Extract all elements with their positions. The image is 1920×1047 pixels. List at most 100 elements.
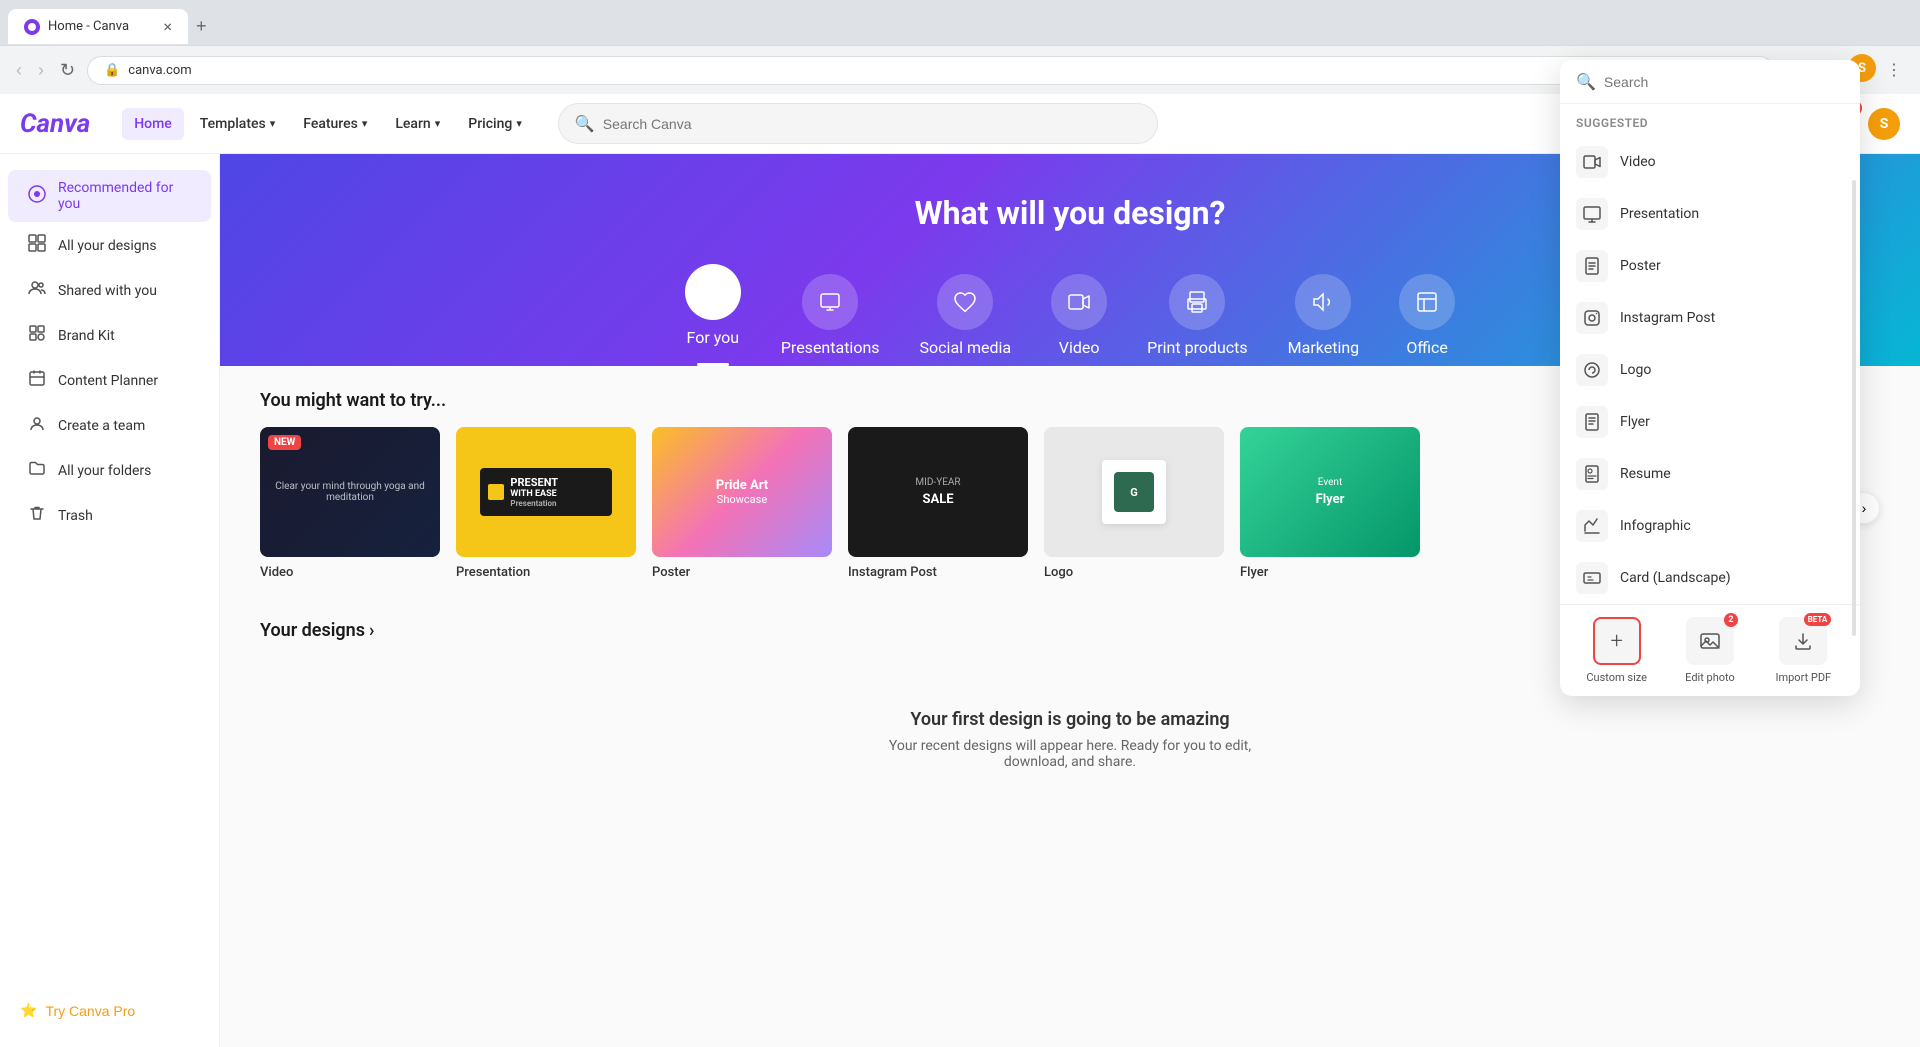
dropdown-presentation-icon (1576, 198, 1608, 230)
sidebar-item-brand[interactable]: Brand Kit (8, 314, 211, 357)
import-pdf-label: Import PDF (1775, 671, 1831, 684)
nav-link-home[interactable]: Home (122, 108, 184, 140)
browser-tab-close[interactable]: × (163, 17, 172, 36)
dropdown-resume-icon (1576, 458, 1608, 490)
dropdown-item-resume[interactable]: Resume (1560, 448, 1860, 500)
sidebar-item-shared[interactable]: Shared with you (8, 269, 211, 312)
custom-size-label: Custom size (1586, 671, 1647, 684)
designs-empty-desc: Your recent designs will appear here. Re… (870, 738, 1270, 770)
hero-icon-presentations[interactable]: Presentations (781, 274, 880, 357)
dropdown-search-input[interactable] (1604, 74, 1844, 90)
card-instagram-post[interactable]: MID-YEAR SALE Instagram Post (848, 427, 1028, 580)
dropdown-item-instagram-post[interactable]: Instagram Post (1560, 292, 1860, 344)
user-avatar[interactable]: S (1868, 108, 1900, 140)
create-team-icon (28, 414, 46, 437)
dropdown-flyer-label: Flyer (1620, 414, 1650, 430)
sidebar-label-trash: Trash (58, 508, 93, 524)
dropdown-poster-label: Poster (1620, 258, 1661, 274)
browser-forward-button[interactable]: › (34, 56, 48, 85)
content-planner-icon (28, 369, 46, 392)
browser-url: canva.com (128, 63, 191, 78)
all-folders-icon (28, 459, 46, 482)
nav-link-learn[interactable]: Learn ▾ (383, 108, 452, 140)
card-poster[interactable]: Pride Art Showcase Poster (652, 427, 832, 580)
nav-link-pricing[interactable]: Pricing ▾ (456, 108, 534, 140)
hero-icon-office[interactable]: Office (1399, 274, 1455, 357)
card-poster-img: Pride Art Showcase (652, 427, 832, 557)
office-circle (1399, 274, 1455, 330)
browser-tab[interactable]: Home - Canva × (8, 9, 188, 44)
sidebar-label-all-folders: All your folders (58, 463, 151, 479)
sidebar-item-all-folders[interactable]: All your folders (8, 449, 211, 492)
hero-icon-print-products[interactable]: Print products (1147, 274, 1248, 357)
card-video[interactable]: Clear your mind through yoga and meditat… (260, 427, 440, 580)
hero-icon-video[interactable]: Video (1051, 274, 1107, 357)
custom-size-icon: + (1593, 617, 1641, 665)
video-label: Video (1059, 338, 1100, 357)
dropdown-edit-photo[interactable]: 2 Edit photo (1669, 617, 1750, 684)
learn-chevron: ▾ (435, 117, 441, 130)
browser-address-bar[interactable]: 🔒 canva.com (87, 56, 1774, 85)
brand-icon (28, 324, 46, 347)
print-products-label: Print products (1147, 338, 1248, 357)
your-designs-link[interactable]: Your designs › (260, 620, 374, 641)
dropdown-resume-label: Resume (1620, 466, 1671, 482)
sidebar-item-trash[interactable]: Trash (8, 494, 211, 537)
search-input[interactable] (603, 116, 1141, 132)
hero-icon-social-media[interactable]: Social media (920, 274, 1012, 357)
dropdown-import-pdf[interactable]: BETA Import PDF (1763, 617, 1844, 684)
dropdown-item-logo[interactable]: Logo (1560, 344, 1860, 396)
card-logo-label: Logo (1044, 565, 1224, 580)
card-flyer[interactable]: Event Flyer Flyer (1240, 427, 1420, 580)
canva-logo[interactable]: Canva (20, 109, 90, 139)
dropdown-item-flyer[interactable]: Flyer (1560, 396, 1860, 448)
dropdown-scrollbar[interactable] (1852, 180, 1856, 636)
dropdown-card-landscape-icon (1576, 562, 1608, 594)
sidebar-label-all-designs: All your designs (58, 238, 157, 254)
hero-icon-for-you[interactable]: For you (685, 264, 741, 366)
dropdown-flyer-icon (1576, 406, 1608, 438)
browser-menu-button[interactable]: ⋮ (1880, 54, 1908, 86)
card-flyer-label: Flyer (1240, 565, 1420, 580)
dropdown-logo-icon (1576, 354, 1608, 386)
dropdown-item-video[interactable]: Video (1560, 136, 1860, 188)
card-presentation-label: Presentation (456, 565, 636, 580)
dropdown-item-presentation[interactable]: Presentation (1560, 188, 1860, 240)
hero-icon-marketing[interactable]: Marketing (1288, 274, 1359, 357)
sidebar-item-create-team[interactable]: Create a team (8, 404, 211, 447)
sidebar-item-recommended[interactable]: Recommended for you (8, 170, 211, 222)
dropdown-item-poster[interactable]: Poster (1560, 240, 1860, 292)
dropdown-item-infographic[interactable]: Infographic (1560, 500, 1860, 552)
card-presentation[interactable]: PRESENT WITH EASE Presentation Presentat… (456, 427, 636, 580)
dropdown-custom-size[interactable]: + Custom size (1576, 617, 1657, 684)
new-badge-video: NEW (268, 435, 301, 450)
designs-empty-title: Your first design is going to be amazing (280, 709, 1860, 730)
your-designs-arrow: › (369, 620, 374, 641)
card-logo[interactable]: G Logo (1044, 427, 1224, 580)
sidebar-label-recommended: Recommended for you (58, 180, 191, 212)
try-pro-button[interactable]: ⭐ Try Canva Pro (0, 990, 219, 1031)
sidebar-label-shared: Shared with you (58, 283, 157, 299)
nav-link-features[interactable]: Features ▾ (291, 108, 379, 140)
marketing-circle (1295, 274, 1351, 330)
trash-icon (28, 504, 46, 527)
nav-links: Home Templates ▾ Features ▾ Learn ▾ Pric… (122, 108, 534, 140)
social-media-circle (937, 274, 993, 330)
sidebar-item-content-planner[interactable]: Content Planner (8, 359, 211, 402)
try-pro-star-icon: ⭐ (20, 1002, 37, 1019)
marketing-label: Marketing (1288, 338, 1359, 357)
card-instagram-img: MID-YEAR SALE (848, 427, 1028, 557)
sidebar-label-brand: Brand Kit (58, 328, 115, 344)
search-bar[interactable]: 🔍 (558, 103, 1158, 144)
browser-new-tab-button[interactable]: + (188, 8, 215, 45)
browser-back-button[interactable]: ‹ (12, 56, 26, 85)
sidebar-item-all-designs[interactable]: All your designs (8, 224, 211, 267)
browser-refresh-button[interactable]: ↻ (56, 56, 79, 85)
card-video-img: Clear your mind through yoga and meditat… (260, 427, 440, 557)
card-logo-img: G (1044, 427, 1224, 557)
presentations-circle (802, 274, 858, 330)
nav-link-templates[interactable]: Templates ▾ (188, 108, 287, 140)
edit-photo-label: Edit photo (1685, 671, 1735, 684)
dropdown-item-card-landscape[interactable]: Card (Landscape) (1560, 552, 1860, 604)
edit-photo-badge: 2 (1724, 613, 1738, 627)
